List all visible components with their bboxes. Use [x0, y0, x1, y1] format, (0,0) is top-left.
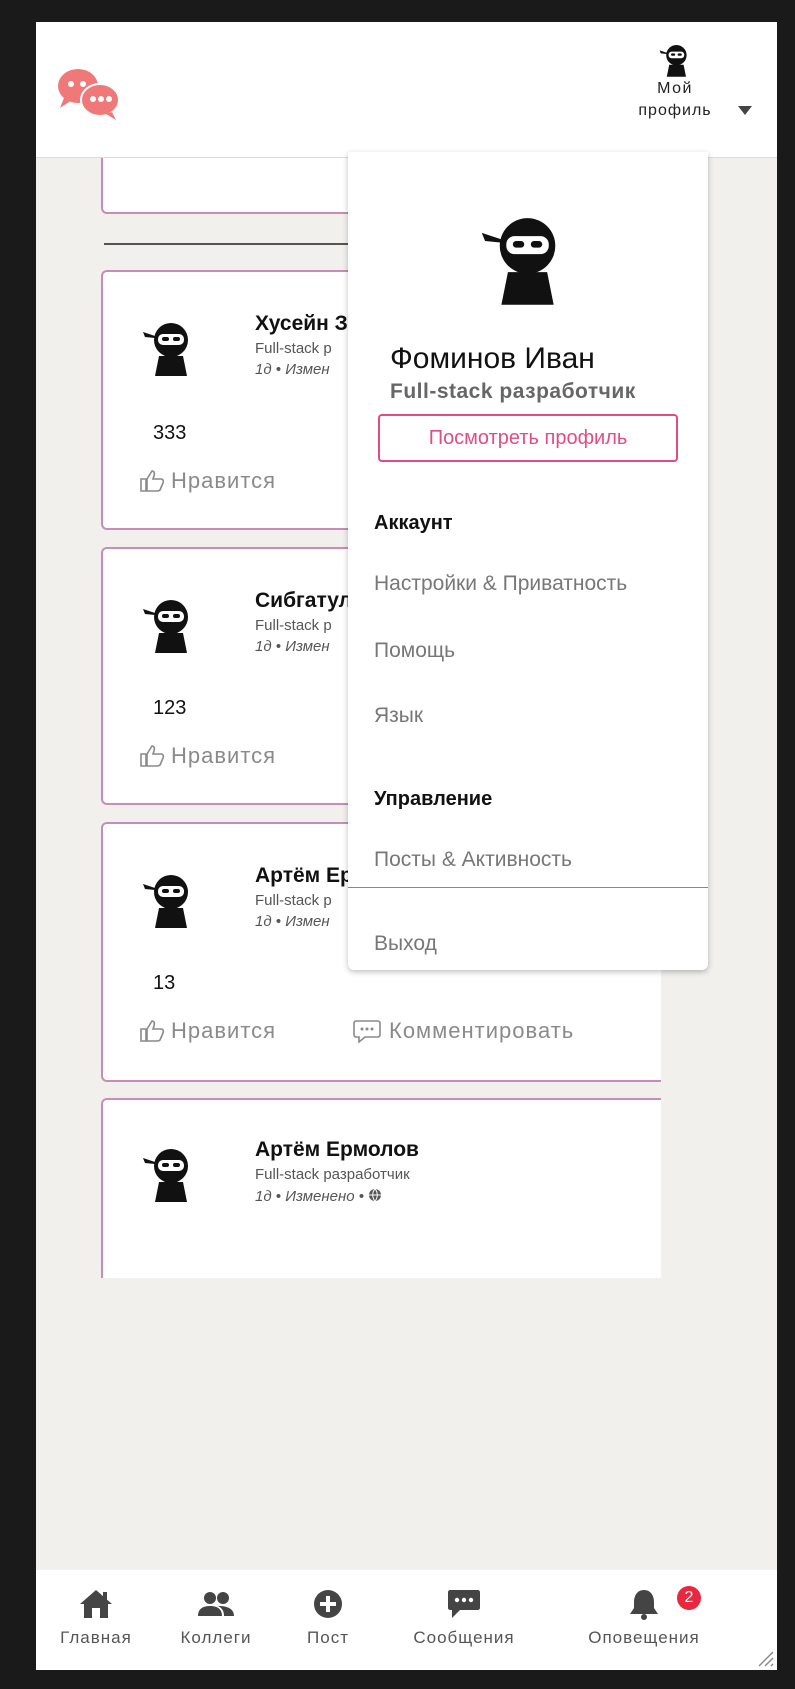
like-button[interactable]: Нравится: [139, 468, 276, 494]
manage-heading: Управление: [374, 788, 493, 810]
thumbs-up-icon: [140, 745, 165, 767]
post-meta: 1д • Измен: [255, 913, 330, 930]
profile-label-line2: профиль: [638, 102, 712, 119]
chat-icon: [448, 1590, 480, 1618]
like-label: Нравится: [171, 1018, 277, 1043]
ninja-avatar-icon[interactable]: [141, 870, 193, 930]
people-icon: [198, 1592, 234, 1616]
post-text: 333: [153, 422, 187, 444]
nav-home[interactable]: Главная: [50, 1588, 142, 1648]
resize-grip-icon[interactable]: [755, 1648, 775, 1668]
post-author-role: Full-stack р: [255, 892, 332, 909]
top-header: Мой профиль: [36, 22, 777, 158]
logout-button[interactable]: Выход: [374, 932, 437, 956]
comment-icon: [353, 1020, 381, 1043]
post-meta: 1д • Измен: [255, 361, 330, 378]
like-button[interactable]: Нравится: [139, 743, 276, 769]
ninja-avatar-icon: [659, 45, 687, 77]
view-profile-button[interactable]: Посмотреть профиль: [378, 414, 678, 462]
plus-circle-icon: [314, 1590, 342, 1618]
nav-label: Коллеги: [180, 1628, 252, 1647]
nav-label: Пост: [307, 1628, 349, 1647]
caret-down-icon: [738, 106, 752, 115]
menu-item-language[interactable]: Язык: [374, 704, 423, 728]
post-text: 123: [153, 697, 187, 719]
post-author-role: Full-stack разработчик: [255, 1166, 410, 1183]
menu-item-help[interactable]: Помощь: [374, 639, 455, 663]
post-text: 13: [153, 972, 176, 994]
bottom-navigation: Главная Коллеги Пост Сообщения Оповещени…: [36, 1570, 777, 1670]
nav-post[interactable]: Пост: [296, 1588, 360, 1648]
nav-colleagues[interactable]: Коллеги: [166, 1588, 266, 1648]
bell-icon: [630, 1590, 658, 1620]
thumbs-up-icon: [140, 470, 165, 492]
account-heading: Аккаунт: [374, 512, 453, 534]
like-button[interactable]: Нравится: [139, 1018, 276, 1044]
post-card: Артём Ермолов Full-stack разработчик 1д …: [101, 1098, 661, 1278]
nav-label: Оповещения: [588, 1628, 700, 1647]
post-author-name[interactable]: Артём Ермолов: [255, 1138, 419, 1162]
ninja-avatar-icon: [481, 218, 556, 305]
post-author-name[interactable]: Артём Ер: [255, 864, 353, 888]
post-meta: 1д • Измен: [255, 638, 330, 655]
nav-label: Главная: [60, 1628, 132, 1647]
post-meta-text: 1д • Изменено •: [255, 1188, 369, 1205]
ninja-avatar-icon[interactable]: [141, 1144, 193, 1204]
thumbs-up-icon: [140, 1020, 165, 1042]
post-author-role: Full-stack р: [255, 617, 332, 634]
nav-messages[interactable]: Сообщения: [394, 1588, 534, 1648]
menu-item-settings-privacy[interactable]: Настройки & Приватность: [374, 572, 627, 596]
home-icon: [80, 1590, 112, 1618]
profile-name: Фоминов Иван: [390, 342, 595, 375]
post-author-name[interactable]: Хусейн З: [255, 312, 348, 336]
profile-dropdown-menu: Фоминов Иван Full-stack разработчик Посм…: [348, 152, 708, 970]
chat-bubbles-logo-icon[interactable]: [56, 64, 120, 120]
profile-role: Full-stack разработчик: [390, 380, 636, 403]
notification-badge: 2: [677, 1586, 701, 1610]
profile-label-line1: Мой: [657, 80, 693, 97]
post-meta: 1д • Изменено •: [255, 1188, 382, 1205]
comment-button[interactable]: Комментировать: [353, 1018, 574, 1044]
post-author-role: Full-stack р: [255, 340, 332, 357]
post-author-name[interactable]: Сибгатул: [255, 589, 352, 613]
ninja-avatar-icon[interactable]: [141, 595, 193, 655]
ninja-avatar-icon[interactable]: [141, 318, 193, 378]
globe-icon: [369, 1188, 382, 1202]
like-label: Нравится: [171, 468, 277, 493]
menu-separator: [348, 887, 708, 888]
menu-item-posts-activity[interactable]: Посты & Активность: [374, 848, 572, 872]
nav-label: Сообщения: [413, 1628, 515, 1647]
my-profile-menu-button[interactable]: Мой профиль: [620, 42, 760, 142]
app-window: Мой профиль Хусейн З Full-stack р 1д • И…: [36, 22, 777, 1670]
like-label: Нравится: [171, 743, 277, 768]
comment-label: Комментировать: [389, 1018, 575, 1043]
